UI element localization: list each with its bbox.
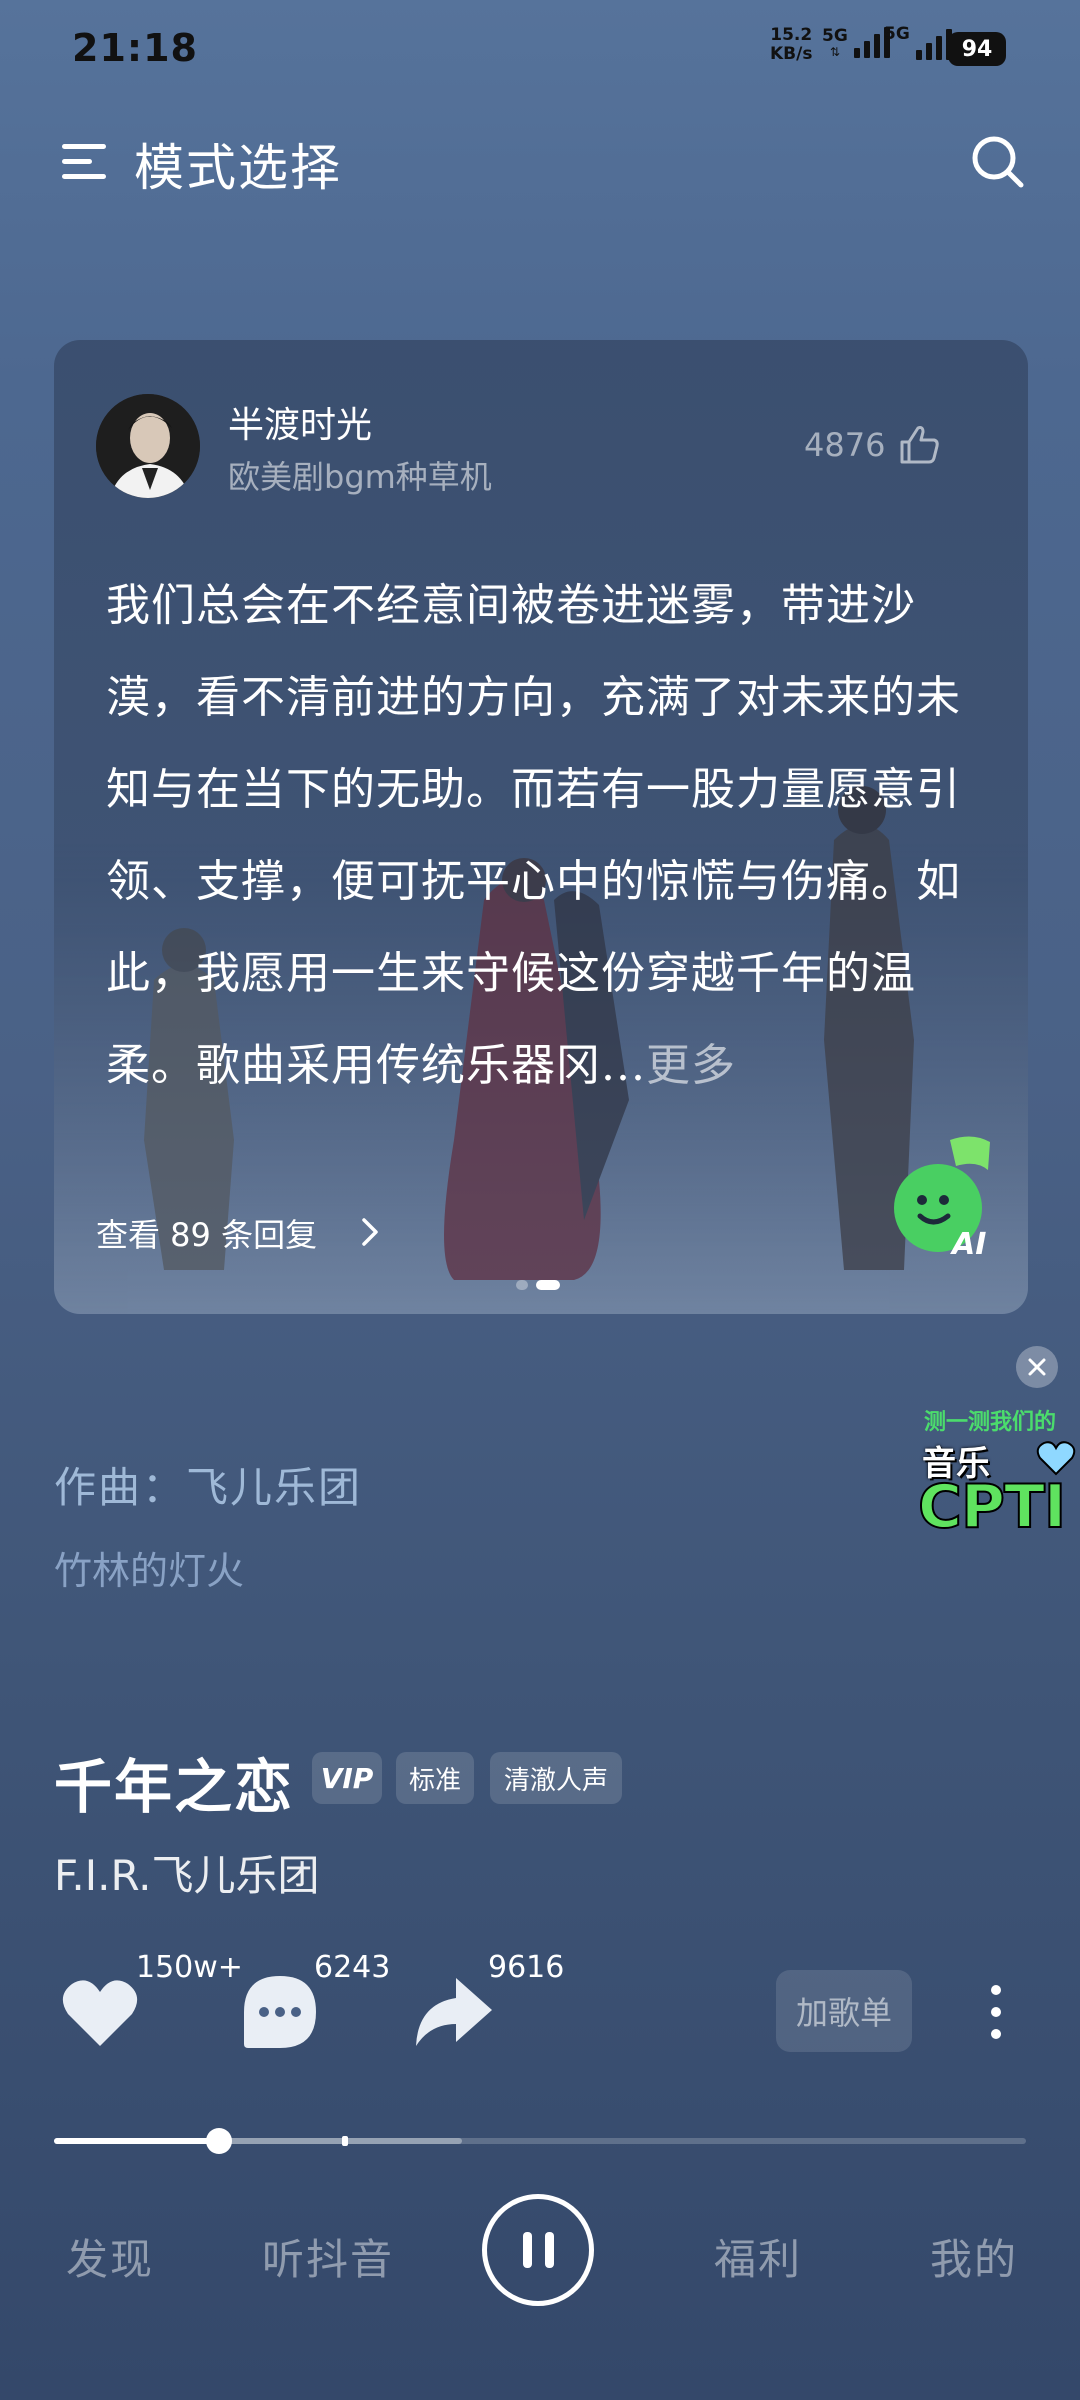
composer-credit: 作曲：飞儿乐团: [54, 1463, 363, 1512]
network-speed: 15.2 KB/s: [770, 26, 812, 64]
nav-listen-douyin[interactable]: 听抖音: [262, 2226, 394, 2287]
add-to-playlist-button[interactable]: 加歌单: [776, 1970, 912, 2052]
promo-line-1: 测一测我们的: [924, 1410, 1057, 1435]
page-dot-2-active: [536, 1280, 560, 1290]
vip-badge: VIP: [312, 1752, 382, 1804]
comment-user-subtitle: 欧美剧bgm种草机: [228, 458, 492, 496]
page-indicator: [516, 1280, 560, 1290]
more-vertical-icon[interactable]: [986, 1984, 1006, 2040]
song-title[interactable]: 千年之恋: [54, 1740, 294, 1824]
data-arrows-icon: ⇅: [829, 45, 840, 59]
artist-name[interactable]: F.I.R.飞儿乐团: [54, 1842, 320, 1903]
quality-tag[interactable]: 标准: [396, 1752, 474, 1804]
battery-icon: 94: [948, 32, 1006, 66]
comment-icon[interactable]: [238, 1970, 322, 2054]
page-dot-1: [516, 1280, 528, 1290]
signal-group-1: 5G ⇅: [822, 24, 890, 58]
promo-line-3: CPTI: [917, 1471, 1067, 1543]
like-count: 150w+: [136, 1950, 243, 1985]
comment-like-count: 4876: [804, 426, 886, 464]
close-icon[interactable]: [1016, 1346, 1058, 1388]
signal-icon-2: [915, 26, 952, 60]
progress-played: [54, 2138, 219, 2144]
net-speed-value: 15.2: [770, 25, 813, 45]
heart-like-icon[interactable]: [58, 1970, 142, 2054]
pause-icon-bar-right: [545, 2232, 554, 2268]
search-icon[interactable]: [968, 132, 1028, 192]
share-icon[interactable]: [410, 1970, 494, 2054]
signal-group-2: 5G: [884, 24, 952, 60]
comment-body: 我们总会在不经意间被卷进迷雾，带进沙漠，看不清前进的方向，充满了对未来的未知与在…: [106, 580, 961, 1091]
net-speed-unit: KB/s: [770, 44, 813, 64]
avatar[interactable]: [96, 394, 200, 498]
nav-welfare[interactable]: 福利: [714, 2226, 802, 2287]
hot-comment-card[interactable]: 半渡时光 欧美剧bgm种草机 4876 我们总会在不经意间被卷进迷雾，带进沙漠，…: [54, 340, 1028, 1314]
view-replies-link[interactable]: 查看 89 条回复: [96, 1210, 317, 1256]
thumbs-up-icon[interactable]: [896, 422, 942, 468]
more-link[interactable]: 更多: [646, 1040, 736, 1091]
nav-discover[interactable]: 发现: [66, 2226, 154, 2287]
network-type-1: 5G: [822, 26, 848, 46]
chevron-right-icon[interactable]: [356, 1214, 384, 1250]
heart-icon: [1036, 1441, 1076, 1476]
network-type-2: 5G: [884, 24, 910, 44]
ai-assistant-icon[interactable]: AI: [880, 1130, 1000, 1260]
avatar-image: [96, 394, 200, 498]
pause-button[interactable]: [482, 2194, 594, 2306]
sound-effect-tag[interactable]: 清澈人声: [490, 1752, 622, 1804]
comment-count: 6243: [314, 1950, 391, 1985]
menu-icon[interactable]: [60, 138, 108, 186]
header-title[interactable]: 模式选择: [134, 128, 342, 200]
music-cpti-promo-banner[interactable]: 测一测我们的 音乐 CPTI: [917, 1402, 1078, 1543]
lyric-line: 竹林的灯火: [54, 1549, 245, 1593]
progress-thumb[interactable]: [206, 2128, 232, 2154]
svg-text:AI: AI: [950, 1227, 986, 1260]
battery-level: 94: [961, 36, 993, 62]
comment-text[interactable]: 我们总会在不经意间被卷进迷雾，带进沙漠，看不清前进的方向，充满了对未来的未知与在…: [106, 560, 984, 1112]
pause-icon-bar-left: [523, 2232, 532, 2268]
share-count: 9616: [488, 1950, 565, 1985]
comment-username[interactable]: 半渡时光: [228, 396, 372, 448]
progress-marker: [342, 2136, 348, 2146]
nav-mine[interactable]: 我的: [930, 2226, 1018, 2287]
status-time: 21:18: [72, 26, 198, 70]
